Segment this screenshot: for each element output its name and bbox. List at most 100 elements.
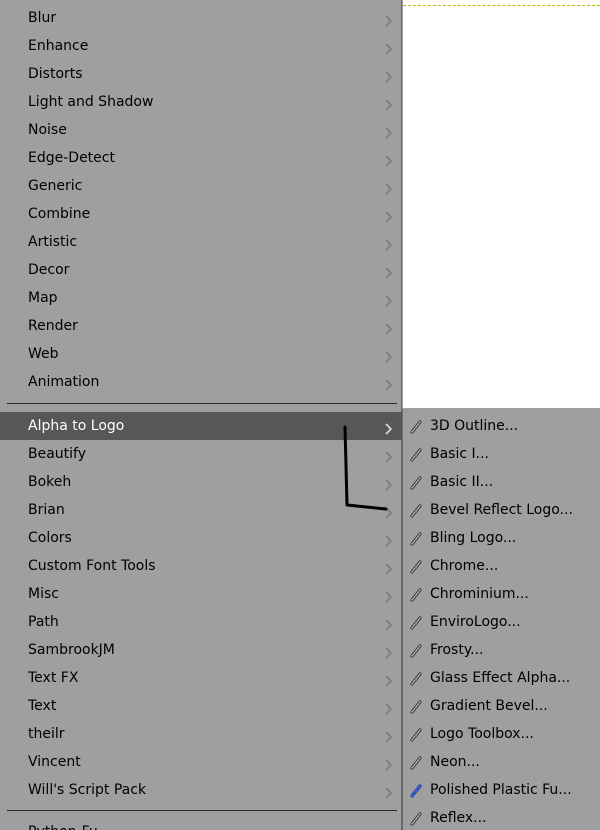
menu-item-alpha-to-logo[interactable]: Alpha to Logo — [0, 412, 402, 440]
script-fu-icon — [409, 447, 423, 462]
menu-item-label: Light and Shadow — [28, 94, 154, 110]
screen: Blur Enhance Distorts Light and Shadow Noise… — [0, 0, 600, 830]
menu-item-theilr[interactable]: theilr — [0, 720, 402, 748]
submenu-item-frosty[interactable]: Frosty... — [403, 636, 600, 664]
submenu-item-reflex[interactable]: Reflex... — [403, 804, 600, 830]
submenu-item-label: Basic I... — [430, 446, 489, 462]
submenu-item-basic-ii[interactable]: Basic II... — [403, 468, 600, 496]
submenu-item-label: Frosty... — [430, 642, 484, 658]
chevron-right-icon — [383, 236, 393, 251]
submenu-item-chrome[interactable]: Chrome... — [403, 552, 600, 580]
menu-item-distorts[interactable]: Distorts — [0, 60, 402, 88]
menu-item-sambrookjm[interactable]: SambrookJM — [0, 636, 402, 664]
script-fu-icon — [409, 419, 423, 434]
chevron-right-icon — [383, 96, 393, 111]
script-fu-icon — [409, 559, 423, 574]
menu-item-beautify[interactable]: Beautify — [0, 440, 402, 468]
menu-item-custom-font-tools[interactable]: Custom Font Tools — [0, 552, 402, 580]
submenu-item-bling-logo[interactable]: Bling Logo... — [403, 524, 600, 552]
menu-separator — [7, 403, 397, 404]
chevron-right-icon — [383, 348, 393, 363]
script-fu-icon — [409, 503, 423, 518]
chevron-right-icon — [383, 728, 393, 743]
chevron-right-icon — [383, 504, 393, 519]
menu-item-bokeh[interactable]: Bokeh — [0, 468, 402, 496]
submenu-item-neon[interactable]: Neon... — [403, 748, 600, 776]
script-fu-icon — [409, 699, 423, 714]
menu-item-label: Decor — [28, 262, 70, 278]
menu-item-noise[interactable]: Noise — [0, 116, 402, 144]
menu-item-web[interactable]: Web — [0, 340, 402, 368]
submenu-item-label: Basic II... — [430, 474, 494, 490]
submenu-item-envirologo[interactable]: EnviroLogo... — [403, 608, 600, 636]
chevron-right-icon — [383, 448, 393, 463]
menu-item-label: Web — [28, 346, 59, 362]
submenu-item-bevel-reflect-logo[interactable]: Bevel Reflect Logo... — [403, 496, 600, 524]
chevron-right-icon — [383, 292, 393, 307]
script-fu-icon — [409, 727, 423, 742]
submenu-item-polished-plastic-fu[interactable]: Polished Plastic Fu... — [403, 776, 600, 804]
chevron-right-icon — [383, 376, 393, 391]
chevron-right-icon — [383, 180, 393, 195]
submenu-item-basic-i[interactable]: Basic I... — [403, 440, 600, 468]
submenu-item-gradient-bevel[interactable]: Gradient Bevel... — [403, 692, 600, 720]
menu-item-label: Generic — [28, 178, 83, 194]
menu-item-label: Path — [28, 614, 59, 630]
submenu-item-logo-toolbox[interactable]: Logo Toolbox... — [403, 720, 600, 748]
submenu-item-label: Logo Toolbox... — [430, 726, 534, 742]
menu-item-decor[interactable]: Decor — [0, 256, 402, 284]
menu-item-label: Alpha to Logo — [28, 418, 125, 434]
menu-item-generic[interactable]: Generic — [0, 172, 402, 200]
chevron-right-icon — [383, 124, 393, 139]
menu-item-python-fu[interactable]: Python-Fu — [0, 818, 402, 830]
menu-item-will-s-script-pack[interactable]: Will's Script Pack — [0, 776, 402, 804]
menu-item-blur[interactable]: Blur — [0, 4, 402, 32]
chevron-right-icon — [383, 616, 393, 631]
chevron-right-icon — [383, 208, 393, 223]
menu-item-label: SambrookJM — [28, 642, 115, 658]
menu-item-artistic[interactable]: Artistic — [0, 228, 402, 256]
submenu-item-label: Neon... — [430, 754, 480, 770]
menu-item-light-and-shadow[interactable]: Light and Shadow — [0, 88, 402, 116]
menu-item-label: Noise — [28, 122, 67, 138]
image-canvas[interactable] — [403, 0, 600, 408]
menu-item-label: Edge-Detect — [28, 150, 115, 166]
submenu-item-3d-outline[interactable]: 3D Outline... — [403, 412, 600, 440]
menu-item-label: Custom Font Tools — [28, 558, 156, 574]
chevron-right-icon — [383, 420, 393, 435]
menu-item-render[interactable]: Render — [0, 312, 402, 340]
menu-item-text[interactable]: Text — [0, 692, 402, 720]
chevron-right-icon — [383, 532, 393, 547]
menu-item-animation[interactable]: Animation — [0, 368, 402, 396]
script-fu-icon — [409, 475, 423, 490]
menu-item-colors[interactable]: Colors — [0, 524, 402, 552]
submenu-item-label: Bling Logo... — [430, 530, 517, 546]
menu-separator — [7, 810, 397, 811]
script-fu-icon — [409, 811, 423, 826]
submenu-item-label: Reflex... — [430, 810, 487, 826]
menu-item-combine[interactable]: Combine — [0, 200, 402, 228]
menu-item-label: Brian — [28, 502, 65, 518]
menu-item-misc[interactable]: Misc — [0, 580, 402, 608]
menu-item-vincent[interactable]: Vincent — [0, 748, 402, 776]
chevron-right-icon — [383, 588, 393, 603]
menu-item-label: Colors — [28, 530, 72, 546]
chevron-right-icon — [383, 476, 393, 491]
menu-item-label: Will's Script Pack — [28, 782, 147, 798]
menu-item-map[interactable]: Map — [0, 284, 402, 312]
menu-item-text-fx[interactable]: Text FX — [0, 664, 402, 692]
chevron-right-icon — [383, 756, 393, 771]
menu-item-path[interactable]: Path — [0, 608, 402, 636]
menu-item-label: Render — [28, 318, 78, 334]
menu-item-label: Misc — [28, 586, 59, 602]
menu-item-label: Animation — [28, 374, 100, 390]
menu-item-brian[interactable]: Brian — [0, 496, 402, 524]
chevron-right-icon — [383, 700, 393, 715]
menu-item-enhance[interactable]: Enhance — [0, 32, 402, 60]
menu-item-label: Enhance — [28, 38, 89, 54]
submenu-item-label: Glass Effect Alpha... — [430, 670, 571, 686]
script-fu-icon — [409, 643, 423, 658]
submenu-item-glass-effect-alpha[interactable]: Glass Effect Alpha... — [403, 664, 600, 692]
menu-item-edge-detect[interactable]: Edge-Detect — [0, 144, 402, 172]
submenu-item-chrominium[interactable]: Chrominium... — [403, 580, 600, 608]
